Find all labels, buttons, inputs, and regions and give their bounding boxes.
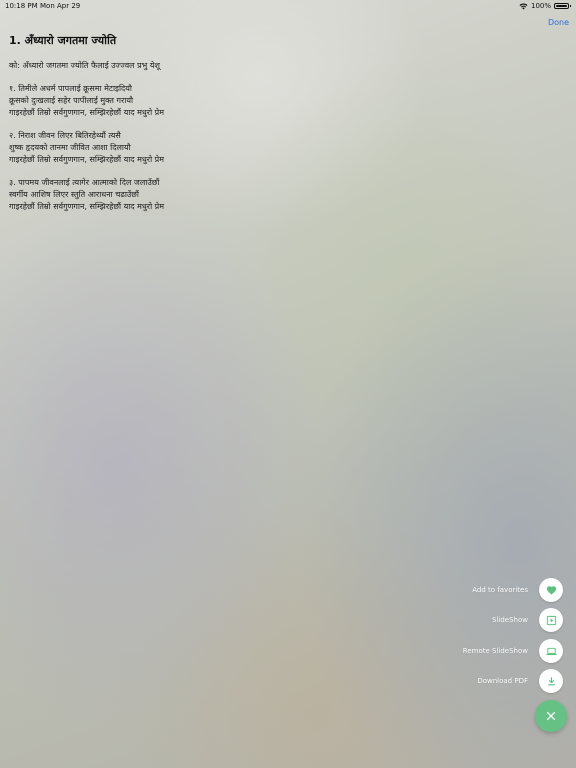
lyric-line: २. निराश जीवन लिएर बितिरहेथ्यौं त्यसै <box>9 131 121 140</box>
done-button[interactable]: Done <box>548 18 569 27</box>
fab-close-button[interactable] <box>535 700 567 732</box>
fab-label-favorites: Add to favorites <box>472 586 528 594</box>
battery-icon <box>554 3 571 9</box>
lyric-line: गाइरहेछौं तिम्रो सर्वगुणगान, सम्झिरहेछौं… <box>9 108 165 117</box>
lyrics: को: अँध्यारो जगतमा ज्योति फैलाई उज्ज्वल … <box>9 60 164 224</box>
wifi-icon <box>519 3 528 9</box>
status-date: Mon Apr 29 <box>40 2 81 10</box>
slideshow-button[interactable] <box>539 608 563 632</box>
battery-percent: 100% <box>530 2 551 10</box>
fab-label-download-pdf: Download PDF <box>477 677 528 685</box>
fab-item-favorites[interactable]: Add to favorites <box>472 578 563 602</box>
fab-label-slideshow: SlideShow <box>492 616 528 624</box>
status-indicators: 100% <box>519 0 571 12</box>
fab-item-remote-slideshow[interactable]: Remote SlideShow <box>463 639 563 663</box>
lyric-line: को: अँध्यारो जगतमा ज्योति फैलाई उज्ज्वल … <box>9 61 160 70</box>
lyric-line: ३. पापमय जीवनलाई त्यागेर आत्माको दिल जला… <box>9 178 160 187</box>
download-pdf-button[interactable] <box>539 669 563 693</box>
lyric-line: गाइरहेछौं तिम्रो सर्वगुणगान, सम्झिरहेछौं… <box>9 202 165 211</box>
lyric-line: शुष्क हृदयको तानमा जीवित आशा दिलायौ <box>9 143 131 152</box>
heart-icon <box>546 585 556 595</box>
lyric-line: गाइरहेछौं तिम्रो सर्वगुणगान, सम्झिरहेछौं… <box>9 155 165 164</box>
favorites-button[interactable] <box>539 578 563 602</box>
status-time: 10:18 PM <box>5 2 38 10</box>
lyric-line: क्रूसको दुःखलाई सहेर पापीलाई मुक्त गरायौ <box>9 96 134 105</box>
song-title: 1. अँध्यारो जगतमा ज्योति <box>9 34 117 47</box>
status-bar: 10:18 PM Mon Apr 29 100% <box>0 0 576 12</box>
verse-1: १. तिमीले अधर्म पापलाई क्रूसमा मेटाइदियौ… <box>9 83 164 119</box>
lyric-line: १. तिमीले अधर्म पापलाई क्रूसमा मेटाइदियौ <box>9 84 132 93</box>
verse-2: २. निराश जीवन लिएर बितिरहेथ्यौं त्यसै शु… <box>9 130 164 166</box>
chorus: को: अँध्यारो जगतमा ज्योति फैलाई उज्ज्वल … <box>9 60 164 72</box>
verse-3: ३. पापमय जीवनलाई त्यागेर आत्माको दिल जला… <box>9 177 164 213</box>
download-icon <box>547 676 555 685</box>
slideshow-icon <box>546 615 556 625</box>
close-icon <box>546 711 556 721</box>
fab-item-download-pdf[interactable]: Download PDF <box>477 669 563 693</box>
fab-label-remote-slideshow: Remote SlideShow <box>462 647 528 655</box>
laptop-icon <box>545 647 557 655</box>
remote-slideshow-button[interactable] <box>539 639 563 663</box>
fab-item-slideshow[interactable]: SlideShow <box>492 608 563 632</box>
lyric-line: स्वर्गीय आशिष लिएर स्तुति आराधना चढाउँछौ… <box>9 190 139 199</box>
